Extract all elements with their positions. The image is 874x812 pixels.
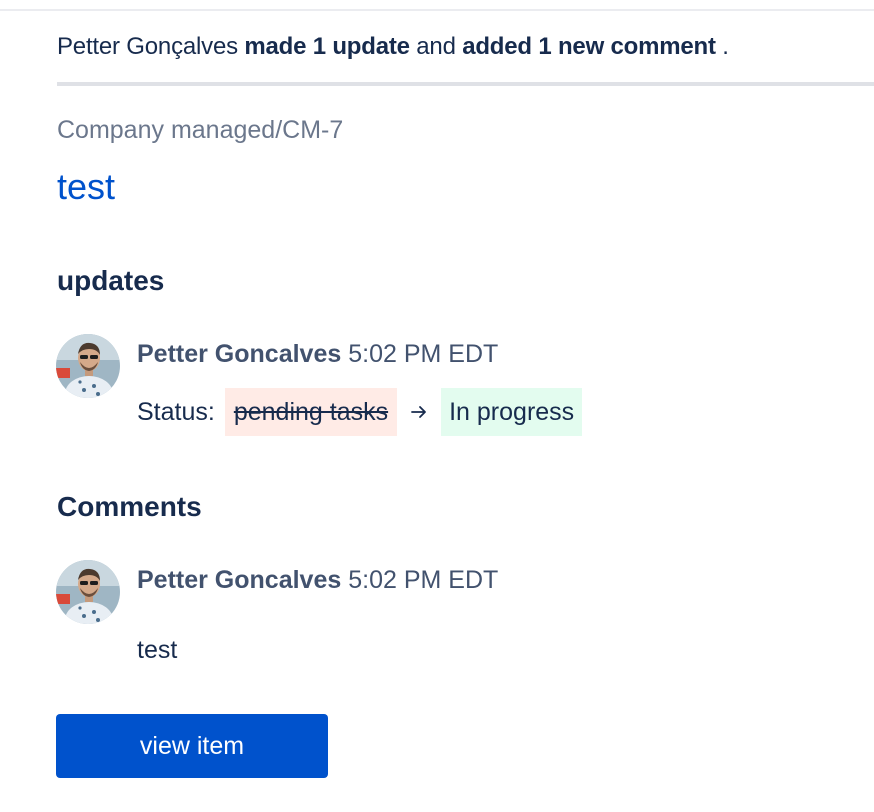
comment-body: test — [137, 636, 178, 664]
arrow-right-icon — [409, 388, 429, 436]
summary-updates-count: made 1 update — [244, 33, 410, 60]
updates-heading: updates — [57, 265, 165, 296]
status-field-label: Status: — [137, 397, 215, 426]
summary-comments-count: added 1 new comment — [462, 33, 716, 60]
notification-summary: Petter Gonçalves made 1 update and added… — [57, 33, 729, 61]
top-divider — [0, 9, 874, 11]
breadcrumb: Company managed/CM-7 — [57, 116, 344, 144]
avatar — [56, 334, 120, 398]
status-old-value: pending tasks — [224, 388, 398, 436]
status-new-value: In progress — [441, 388, 583, 436]
summary-divider — [57, 82, 874, 86]
status-change-row: Status: pending tasks In progress — [137, 388, 583, 436]
comment-author-line: Petter Goncalves 5:02 PM EDT — [137, 566, 498, 595]
summary-end: . — [722, 33, 729, 60]
avatar — [56, 560, 120, 624]
update-time: 5:02 PM EDT — [348, 340, 499, 368]
summary-connector: and — [416, 33, 456, 60]
update-author-line: Petter Goncalves 5:02 PM EDT — [137, 340, 498, 369]
author-name: Petter Goncalves — [137, 566, 342, 594]
summary-author: Petter Gonçalves — [57, 33, 238, 60]
author-name: Petter Goncalves — [137, 340, 342, 368]
view-item-button[interactable]: view item — [56, 714, 328, 778]
issue-title-link[interactable]: test — [57, 166, 115, 208]
comments-heading: Comments — [57, 491, 202, 522]
comment-time: 5:02 PM EDT — [348, 566, 499, 594]
